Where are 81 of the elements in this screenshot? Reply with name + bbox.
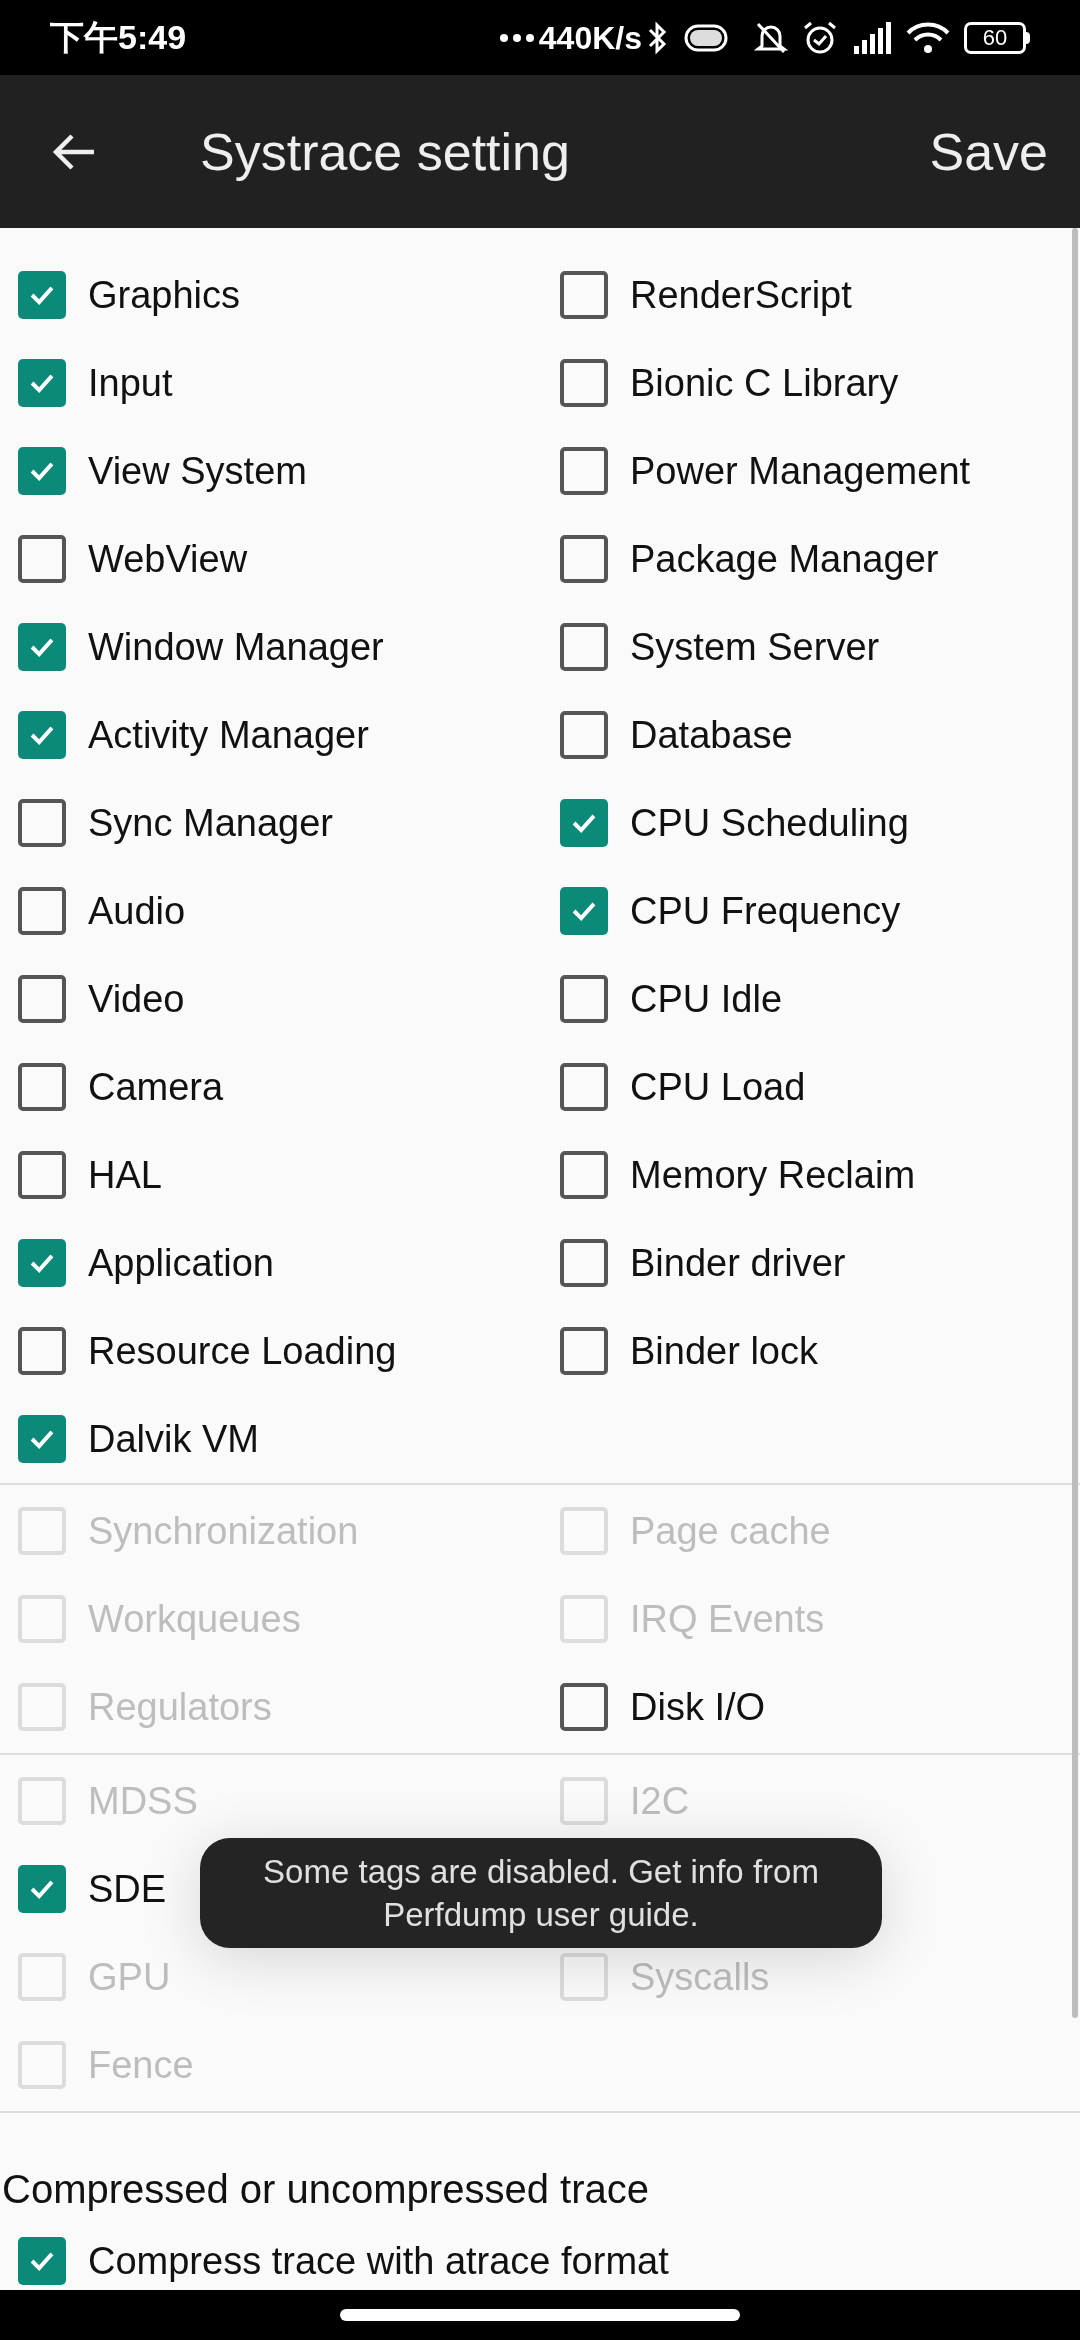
checkbox[interactable] bbox=[560, 887, 608, 935]
save-button[interactable]: Save bbox=[929, 112, 1048, 191]
checkbox-label: WebView bbox=[88, 536, 248, 582]
checkbox[interactable] bbox=[18, 2237, 66, 2285]
checkbox[interactable] bbox=[560, 447, 608, 495]
checkbox-label: Resource Loading bbox=[88, 1328, 397, 1374]
wifi-icon bbox=[906, 20, 950, 55]
checkbox[interactable] bbox=[560, 535, 608, 583]
cellular-signal-icon bbox=[852, 19, 892, 56]
checkbox[interactable] bbox=[560, 1327, 608, 1375]
checkbox[interactable] bbox=[18, 1239, 66, 1287]
checkbox-label: CPU Idle bbox=[630, 976, 783, 1022]
back-arrow-icon[interactable] bbox=[52, 131, 96, 172]
checkbox-label: System Server bbox=[630, 624, 880, 670]
checkbox-label: Disk I/O bbox=[630, 1684, 766, 1730]
section-heading: Compressed or uncompressed trace bbox=[1, 2166, 650, 2213]
checkbox[interactable] bbox=[560, 623, 608, 671]
checkbox-label: Page cache bbox=[630, 1508, 831, 1554]
checkbox-label: CPU Scheduling bbox=[630, 800, 909, 846]
checkbox[interactable] bbox=[560, 359, 608, 407]
checkbox[interactable] bbox=[18, 359, 66, 407]
status-time: 下午5:49 bbox=[50, 17, 187, 58]
checkbox[interactable] bbox=[18, 1063, 66, 1111]
checkbox-label: Activity Manager bbox=[88, 712, 369, 758]
checkbox[interactable] bbox=[18, 711, 66, 759]
checkbox[interactable] bbox=[560, 711, 608, 759]
checkbox-label: View System bbox=[88, 448, 307, 494]
checkbox[interactable] bbox=[560, 1683, 608, 1731]
checkbox-label: GPU bbox=[88, 1954, 171, 2000]
checkbox[interactable] bbox=[18, 799, 66, 847]
checkbox-label: Fence bbox=[88, 2042, 194, 2088]
checkbox-label: Input bbox=[88, 360, 173, 406]
tags-disabled-toast: Some tags are disabled. Get info from Perfdump user guide. bbox=[200, 1838, 882, 1948]
checkbox[interactable] bbox=[18, 1151, 66, 1199]
alarm-icon bbox=[802, 19, 838, 56]
checkbox-label: Power Management bbox=[630, 448, 971, 494]
checkbox-label: Bionic C Library bbox=[630, 360, 899, 406]
checkbox[interactable] bbox=[18, 1415, 66, 1463]
checkbox[interactable] bbox=[18, 535, 66, 583]
checkbox[interactable] bbox=[18, 447, 66, 495]
network-speed: 440K/s bbox=[538, 18, 642, 58]
checkbox-label: Binder driver bbox=[630, 1240, 846, 1286]
checkbox-label: Syscalls bbox=[630, 1954, 770, 2000]
checkbox[interactable] bbox=[18, 887, 66, 935]
checkbox[interactable] bbox=[560, 271, 608, 319]
checkbox-label: Audio bbox=[88, 888, 186, 934]
checkbox-label: MDSS bbox=[88, 1778, 198, 1824]
checkbox-label: Sync Manager bbox=[88, 800, 333, 846]
checkbox[interactable] bbox=[18, 975, 66, 1023]
checkbox[interactable] bbox=[18, 623, 66, 671]
checkbox-label: Workqueues bbox=[88, 1596, 301, 1642]
checkbox-label: Window Manager bbox=[88, 624, 384, 670]
checkbox-label: Camera bbox=[88, 1064, 224, 1110]
checkbox[interactable] bbox=[18, 271, 66, 319]
checkbox-label: Memory Reclaim bbox=[630, 1152, 916, 1198]
checkbox[interactable] bbox=[560, 1063, 608, 1111]
checkbox-label: CPU Frequency bbox=[630, 888, 901, 934]
checkbox-label: IRQ Events bbox=[630, 1596, 825, 1642]
checkbox-label: HAL bbox=[88, 1152, 162, 1198]
checkbox-label: RenderScript bbox=[630, 272, 852, 318]
checkbox-label: Application bbox=[88, 1240, 274, 1286]
checkbox[interactable] bbox=[560, 1239, 608, 1287]
checkbox-label: Compress trace with atrace format bbox=[88, 2238, 669, 2284]
checkbox-label: Package Manager bbox=[630, 536, 939, 582]
checkbox[interactable] bbox=[18, 1865, 66, 1913]
checkbox-label: Video bbox=[88, 976, 185, 1022]
checkbox[interactable] bbox=[18, 1327, 66, 1375]
checkbox-label: Database bbox=[630, 712, 793, 758]
checkbox-label: SDE bbox=[88, 1866, 167, 1912]
checkbox-label: CPU Load bbox=[630, 1064, 806, 1110]
checkbox-label: I2C bbox=[630, 1778, 690, 1824]
checkbox[interactable] bbox=[560, 1151, 608, 1199]
screen-title: Systrace setting bbox=[200, 121, 570, 183]
checkbox-label: Synchronization bbox=[88, 1508, 359, 1554]
more-dots-icon bbox=[498, 32, 535, 43]
checkbox-label: Regulators bbox=[88, 1684, 272, 1730]
checkbox-label: Graphics bbox=[88, 272, 241, 318]
checkbox[interactable] bbox=[560, 975, 608, 1023]
checkbox-label: Dalvik VM bbox=[88, 1416, 260, 1462]
checkbox-label: Binder lock bbox=[630, 1328, 818, 1374]
checkbox[interactable] bbox=[560, 799, 608, 847]
